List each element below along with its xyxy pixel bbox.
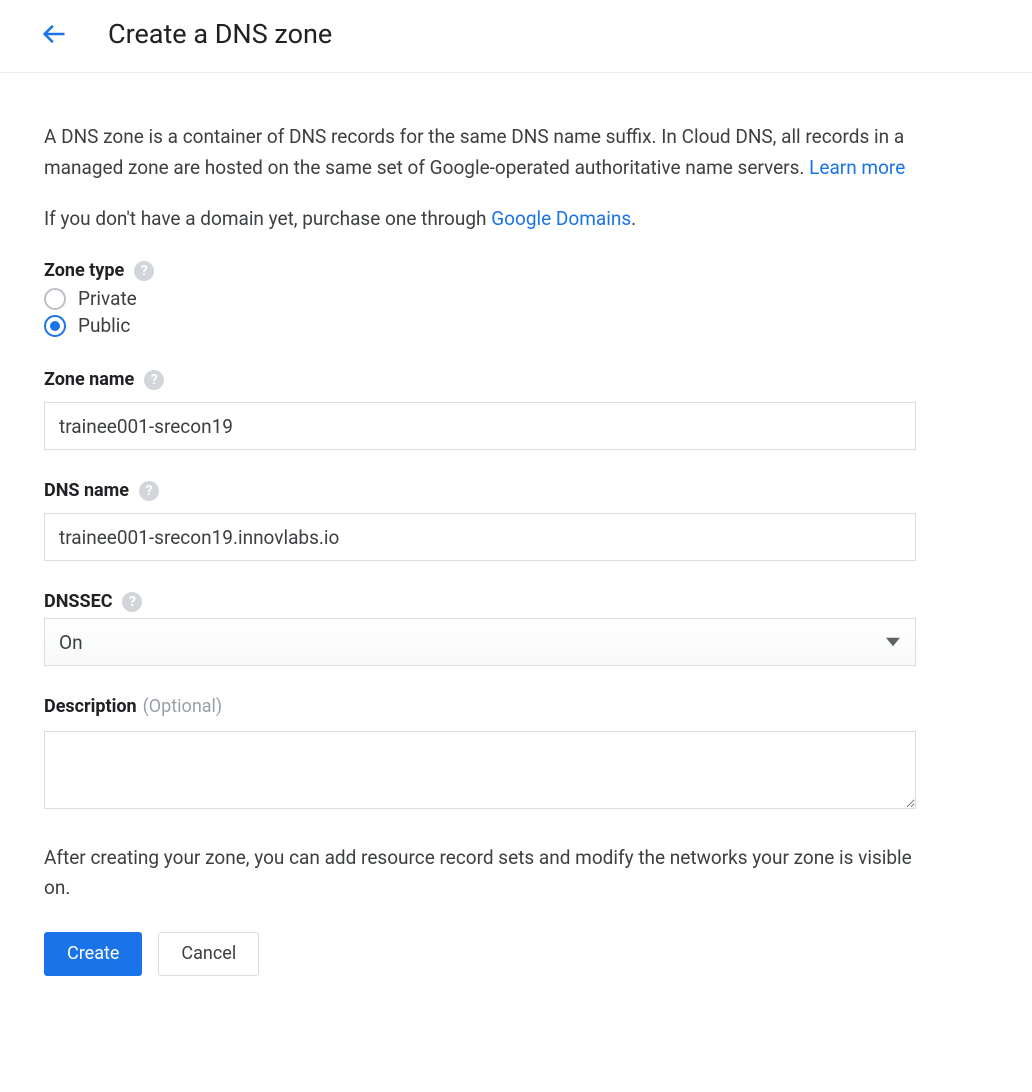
description-label-wrap: Description (Optional) xyxy=(44,696,222,717)
intro-text: A DNS zone is a container of DNS records… xyxy=(44,121,916,184)
form-content: A DNS zone is a container of DNS records… xyxy=(0,73,960,1020)
dns-name-input[interactable] xyxy=(44,513,916,561)
back-arrow-icon[interactable] xyxy=(40,20,68,48)
domain-note-before: If you don't have a domain yet, purchase… xyxy=(44,207,491,230)
zone-type-private-radio[interactable]: Private xyxy=(44,287,916,310)
cancel-button[interactable]: Cancel xyxy=(158,932,259,976)
dns-name-section: DNS name ? xyxy=(44,480,916,561)
domain-note: If you don't have a domain yet, purchase… xyxy=(44,204,916,234)
zone-name-section: Zone name ? xyxy=(44,369,916,450)
zone-type-section: Zone type ? Private Public xyxy=(44,260,916,337)
learn-more-link[interactable]: Learn more xyxy=(809,156,905,179)
dnssec-section: DNSSEC ? xyxy=(44,591,916,666)
description-label: Description xyxy=(44,696,137,717)
help-icon[interactable]: ? xyxy=(122,592,142,612)
zone-name-input[interactable] xyxy=(44,402,916,450)
dnssec-label-row: DNSSEC ? xyxy=(44,591,916,612)
zone-name-label: Zone name xyxy=(44,369,134,390)
description-section: Description (Optional) xyxy=(44,696,916,813)
intro-body: A DNS zone is a container of DNS records… xyxy=(44,125,904,179)
zone-name-label-row: Zone name ? xyxy=(44,369,916,390)
page-title: Create a DNS zone xyxy=(108,18,332,50)
create-button[interactable]: Create xyxy=(44,932,142,976)
page-header: Create a DNS zone xyxy=(0,0,1032,73)
radio-checked-icon xyxy=(44,315,66,337)
google-domains-link[interactable]: Google Domains xyxy=(491,207,631,230)
description-textarea[interactable] xyxy=(44,731,916,809)
zone-type-public-radio[interactable]: Public xyxy=(44,314,916,337)
dns-name-label-row: DNS name ? xyxy=(44,480,916,501)
post-create-note: After creating your zone, you can add re… xyxy=(44,843,916,904)
dns-name-label: DNS name xyxy=(44,480,129,501)
zone-type-label: Zone type xyxy=(44,260,124,281)
button-row: Create Cancel xyxy=(44,932,916,976)
description-label-row: Description (Optional) xyxy=(44,696,916,717)
zone-type-label-row: Zone type ? xyxy=(44,260,916,281)
radio-unchecked-icon xyxy=(44,288,66,310)
dnssec-label: DNSSEC xyxy=(44,591,112,612)
help-icon[interactable]: ? xyxy=(134,261,154,281)
help-icon[interactable]: ? xyxy=(144,370,164,390)
zone-type-private-label: Private xyxy=(78,287,137,310)
help-icon[interactable]: ? xyxy=(139,481,159,501)
zone-type-public-label: Public xyxy=(78,314,130,337)
description-optional: (Optional) xyxy=(143,696,223,717)
dnssec-select[interactable] xyxy=(44,618,916,666)
domain-note-after: . xyxy=(631,207,636,230)
dnssec-select-wrapper xyxy=(44,618,916,666)
